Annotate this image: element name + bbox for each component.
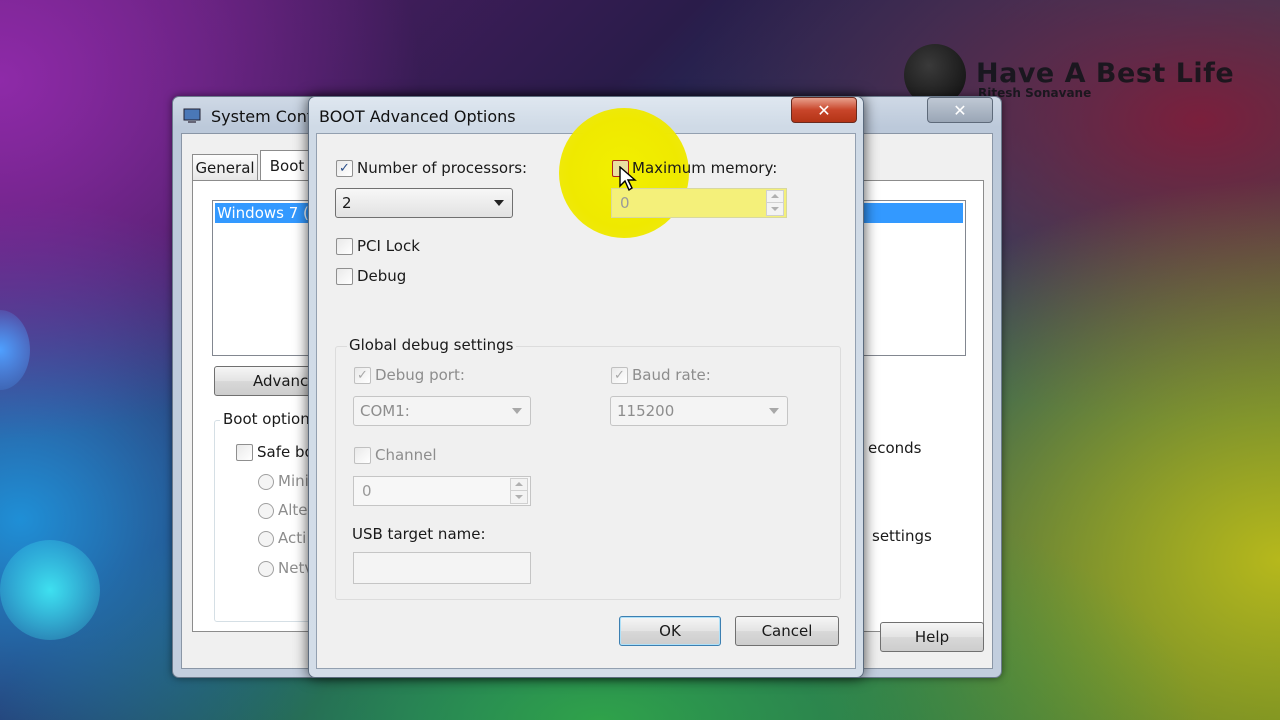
check-icon: ✓ [614,368,625,383]
radio-network[interactable] [258,561,274,577]
button-label: OK [659,622,681,640]
tab-label: Boot [269,157,305,175]
select-value: 115200 [617,402,675,420]
close-button[interactable]: ✕ [927,97,993,123]
select-value: 2 [342,194,352,212]
safe-boot-label: Safe bo [257,443,314,461]
timeout-seconds-label: econds [868,439,922,457]
maximum-memory-spinner[interactable]: 0 [611,188,787,218]
baud-rate-select[interactable]: 115200 [610,396,788,426]
window-title: System Conf [211,107,313,126]
tab-general[interactable]: General [192,154,258,181]
debug-port-checkbox[interactable]: ✓ [354,367,371,384]
maximum-memory-label: Maximum memory: [632,159,778,177]
radio-minimal[interactable] [258,474,274,490]
debug-checkbox[interactable] [336,268,353,285]
boot-advanced-options-dialog: BOOT Advanced Options ✕ ✓ Number of proc… [308,96,864,678]
boot-options-label: Boot options [220,410,321,428]
pci-lock-checkbox[interactable] [336,238,353,255]
ok-button[interactable]: OK [619,616,721,646]
dialog-client-area: ✓ Number of processors: 2 Maximum memory… [316,108,856,669]
number-of-processors-checkbox[interactable]: ✓ [336,160,353,177]
make-permanent-settings-label: settings [872,527,932,545]
pci-lock-label: PCI Lock [357,237,420,255]
debug-port-select[interactable]: COM1: [353,396,531,426]
safe-boot-checkbox[interactable] [236,444,253,461]
number-of-processors-label: Number of processors: [357,159,528,177]
close-icon: ✕ [953,100,967,120]
radio-label: Mini [278,472,309,490]
help-button[interactable]: Help [880,622,984,652]
spinner-value: 0 [362,482,372,500]
baud-rate-label: Baud rate: [632,366,711,384]
button-label: Help [914,628,950,646]
bokeh-light [0,540,100,640]
dialog-title: BOOT Advanced Options [319,107,516,126]
spinner-down-icon[interactable] [766,202,784,216]
chevron-down-icon [769,408,779,414]
dialog-close-button[interactable]: ✕ [791,97,857,123]
cancel-button[interactable]: Cancel [735,616,839,646]
usb-target-name-input[interactable] [353,552,531,584]
radio-label: Acti [278,529,307,547]
channel-label: Channel [375,446,437,464]
check-icon: ✓ [339,161,350,176]
system-config-app-icon [183,108,201,123]
chevron-down-icon [512,408,522,414]
close-icon: ✕ [817,100,831,120]
check-icon: ✓ [357,368,368,383]
tab-label: General [195,159,255,177]
radio-alternate-shell[interactable] [258,503,274,519]
radio-active-directory[interactable] [258,531,274,547]
spinner-down-icon[interactable] [510,490,528,504]
global-debug-settings-label: Global debug settings [347,336,516,354]
number-of-processors-select[interactable]: 2 [335,188,513,218]
tab-boot[interactable]: Boot [260,150,314,181]
mouse-cursor-icon [619,166,637,192]
debug-label: Debug [357,267,407,285]
button-label: Cancel [761,622,813,640]
watermark-title: Have A Best Life [976,58,1235,89]
channel-spinner[interactable]: 0 [353,476,531,506]
usb-target-name-label: USB target name: [352,525,486,543]
debug-port-label: Debug port: [375,366,465,384]
channel-checkbox[interactable] [354,447,371,464]
baud-rate-checkbox[interactable]: ✓ [611,367,628,384]
spinner-value: 0 [620,194,630,212]
bokeh-light [0,310,30,390]
select-value: COM1: [360,402,410,420]
radio-label: Alte [278,501,308,519]
chevron-down-icon [494,200,504,206]
